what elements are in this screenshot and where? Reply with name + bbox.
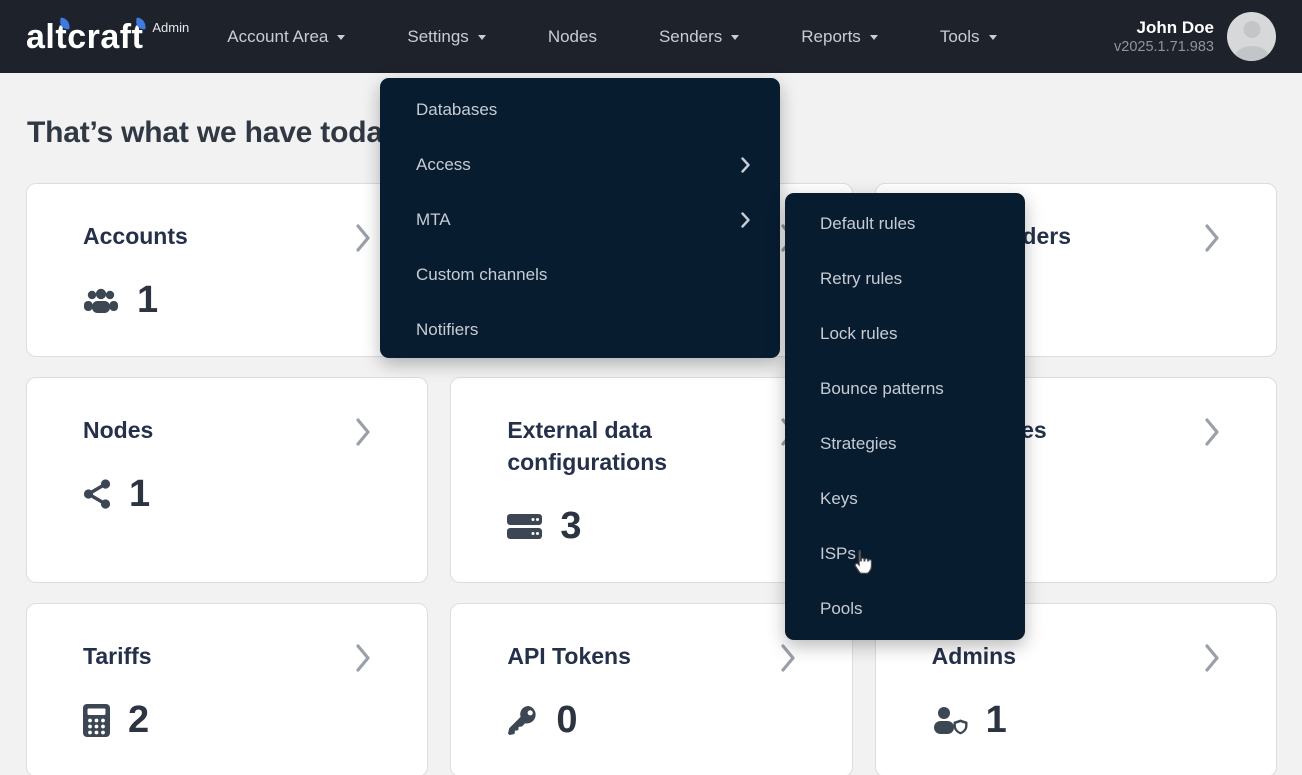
submenu-item-lock-rules[interactable]: Lock rules	[785, 306, 1025, 361]
card-count: 2	[128, 699, 149, 742]
menu-item-access[interactable]: Access	[380, 137, 780, 192]
nav-settings[interactable]: Settings	[407, 27, 485, 47]
submenu-item-pools[interactable]: Pools	[785, 581, 1025, 636]
chevron-down-icon	[478, 35, 486, 40]
avatar-silhouette	[1243, 21, 1260, 38]
chevron-down-icon	[337, 35, 345, 40]
altcraft-logo[interactable]: altcraft Admin	[26, 17, 189, 57]
card-title: External data configurations	[507, 414, 757, 478]
nav-reports[interactable]: Reports	[801, 27, 878, 47]
card-count: 1	[129, 473, 150, 516]
calculator-icon	[83, 704, 110, 737]
chevron-right-icon	[1205, 418, 1220, 446]
chevron-right-icon	[1205, 644, 1220, 672]
chevron-right-icon	[1205, 224, 1220, 252]
card-accounts[interactable]: Accounts 1	[26, 183, 428, 357]
chevron-right-icon	[741, 157, 750, 173]
submenu-item-isps[interactable]: ISPs	[785, 526, 1025, 581]
top-navbar: altcraft Admin Account Area Settings Nod…	[0, 0, 1302, 73]
nav-senders[interactable]: Senders	[659, 27, 739, 47]
chevron-right-icon	[741, 212, 750, 228]
key-icon	[507, 705, 538, 736]
menu-item-custom-channels[interactable]: Custom channels	[380, 247, 780, 302]
user-shield-icon	[932, 706, 968, 735]
submenu-item-keys[interactable]: Keys	[785, 471, 1025, 526]
chevron-right-icon	[356, 418, 371, 446]
menu-item-notifiers[interactable]: Notifiers	[380, 302, 780, 357]
user-name: John Doe	[1114, 17, 1214, 38]
nav-account-area[interactable]: Account Area	[227, 27, 345, 47]
settings-dropdown-menu: Databases Access MTA Custom channels Not…	[380, 78, 780, 358]
logo-wordmark: altcraft	[26, 17, 143, 57]
submenu-item-default-rules[interactable]: Default rules	[785, 196, 1025, 251]
menu-item-mta[interactable]: MTA	[380, 192, 780, 247]
admin-badge: Admin	[152, 20, 189, 35]
menu-item-databases[interactable]: Databases	[380, 82, 780, 137]
card-title: API Tokens	[507, 640, 631, 672]
card-count: 3	[560, 505, 581, 548]
users-icon	[83, 287, 119, 314]
app-version: v2025.1.71.983	[1114, 38, 1214, 57]
chevron-down-icon	[989, 35, 997, 40]
chevron-right-icon	[356, 644, 371, 672]
card-title: Accounts	[83, 220, 188, 252]
chevron-right-icon	[781, 644, 796, 672]
card-count: 1	[986, 699, 1007, 742]
submenu-item-retry-rules[interactable]: Retry rules	[785, 251, 1025, 306]
page-title: That’s what we have today	[27, 116, 399, 150]
card-title: Admins	[932, 640, 1016, 672]
submenu-item-bounce-patterns[interactable]: Bounce patterns	[785, 361, 1025, 416]
user-block: John Doe v2025.1.71.983	[1114, 12, 1276, 61]
card-count: 1	[137, 279, 158, 322]
share-nodes-icon	[83, 479, 111, 509]
mta-submenu: Default rules Retry rules Lock rules Bou…	[785, 193, 1025, 640]
card-title: Tariffs	[83, 640, 152, 672]
chevron-down-icon	[870, 35, 878, 40]
server-icon	[507, 513, 542, 540]
chevron-down-icon	[731, 35, 739, 40]
card-title: Nodes	[83, 414, 153, 446]
nav-nodes[interactable]: Nodes	[548, 27, 597, 47]
chevron-right-icon	[356, 224, 371, 252]
avatar[interactable]	[1227, 12, 1276, 61]
card-tariffs[interactable]: Tariffs 2	[26, 603, 428, 775]
nav-tools[interactable]: Tools	[940, 27, 997, 47]
card-nodes[interactable]: Nodes 1	[26, 377, 428, 583]
submenu-item-strategies[interactable]: Strategies	[785, 416, 1025, 471]
main-nav: Account Area Settings Nodes Senders Repo…	[227, 27, 996, 47]
card-count: 0	[556, 699, 577, 742]
